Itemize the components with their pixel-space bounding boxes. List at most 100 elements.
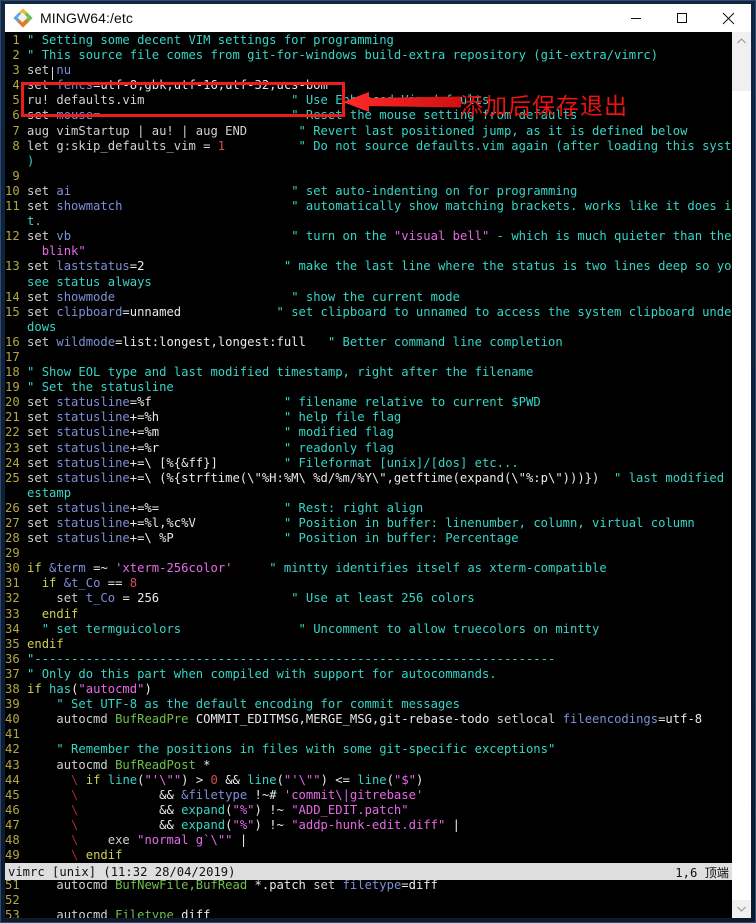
line-number-blank xyxy=(5,275,27,289)
code-line: 37 " Only do this part when compiled wit… xyxy=(5,666,497,681)
line-number-blank xyxy=(5,154,27,168)
line-number: 15 xyxy=(5,304,28,319)
code-line: 45 \ && &filetype !~# 'commit\|gitrebase… xyxy=(5,787,424,802)
code-line: 11 set showmatch " automatically show ma… xyxy=(5,199,732,214)
code-line: 3 set nu xyxy=(5,63,72,78)
line-number: 17 xyxy=(5,349,28,364)
line-number: 24 xyxy=(5,455,28,470)
code-line: 21 set statusline+=%h " help file flag xyxy=(5,410,402,425)
line-number: 39 xyxy=(5,697,28,712)
maximize-icon[interactable] xyxy=(659,4,705,32)
code-line: 52 xyxy=(5,893,732,908)
scrollbar-thumb[interactable] xyxy=(732,50,751,91)
line-number: 42 xyxy=(5,742,28,757)
line-number: 33 xyxy=(5,606,28,621)
line-number: 43 xyxy=(5,757,28,772)
code-line: 42 " Remember the positions in files wit… xyxy=(5,742,556,757)
code-line: 7 aug vimStartup | au! | aug END " Rever… xyxy=(5,123,688,138)
code-line: 1 " Setting some decent VIM settings for… xyxy=(5,33,394,47)
line-number: 37 xyxy=(5,666,28,681)
line-number: 48 xyxy=(5,832,28,847)
line-number: 52 xyxy=(5,893,28,908)
code-line: ) xyxy=(5,154,732,169)
line-number-blank xyxy=(5,214,27,228)
code-line: 44 \ if line("'\"") > 0 && line("'\"") <… xyxy=(5,772,424,787)
code-line: dows xyxy=(5,320,732,335)
line-number: 44 xyxy=(5,772,28,787)
code-line: 16 set wildmode=list:longest,longest:ful… xyxy=(5,334,563,349)
line-number: 13 xyxy=(5,259,28,274)
close-icon[interactable] xyxy=(705,4,751,32)
code-line: 29 xyxy=(5,546,732,561)
line-number: 8 xyxy=(5,138,28,153)
line-number: 51 xyxy=(5,878,28,893)
line-number: 26 xyxy=(5,500,28,515)
statusline-file-info: vimrc [unix] (11:32 28/04/2019) xyxy=(8,864,236,879)
code-line: 23 set statusline+=%r " readonly flag xyxy=(5,440,394,455)
code-line: 47 \ && expand("%") !~ "addp-hunk-edit.d… xyxy=(5,817,460,832)
code-line: 51 autocmd BufNewFile,BufRead *.patch se… xyxy=(5,878,438,893)
line-number-blank xyxy=(5,320,27,334)
annotation-text: 添加后保存退出 xyxy=(460,94,628,120)
line-number: 35 xyxy=(5,636,28,651)
line-number: 1 xyxy=(5,33,28,47)
code-line: 38 if has("autocmd") xyxy=(5,682,152,697)
code-line: 14 set showmode " show the current mode xyxy=(5,289,460,304)
scroll-down-icon[interactable] xyxy=(732,900,751,918)
line-number: 5 xyxy=(5,93,28,108)
code-line: 12 set vb " turn on the "visual bell" - … xyxy=(5,229,732,244)
code-line: 35 endif xyxy=(5,636,64,651)
line-number: 36 xyxy=(5,651,28,666)
code-line: 19 " Set the statusline xyxy=(5,380,174,395)
line-number: 27 xyxy=(5,516,28,530)
code-line: 30 if &term =~ 'xterm-256color' " mintty… xyxy=(5,561,607,576)
line-number: 30 xyxy=(5,561,28,576)
code-line: see status always xyxy=(5,275,732,290)
line-number: 45 xyxy=(5,787,28,802)
line-number: 4 xyxy=(5,78,28,93)
code-line: 27 set statusline+=%l,%c%V " Position in… xyxy=(5,516,695,530)
line-number: 22 xyxy=(5,425,28,440)
code-line: 8 let g:skip_defaults_vim = 1 " Do not s… xyxy=(5,138,732,153)
window-title: MINGW64:/etc xyxy=(40,10,133,26)
code-line: 26 set statusline+=%= " Rest: right alig… xyxy=(5,500,424,515)
line-number: 38 xyxy=(5,682,28,697)
mingw64-terminal-window: MINGW64:/etc 1 " Setting some decent VIM… xyxy=(0,0,756,923)
line-number: 28 xyxy=(5,531,28,546)
line-number: 14 xyxy=(5,289,28,304)
code-line: 41 xyxy=(5,727,732,742)
code-line: t. xyxy=(5,214,732,229)
code-line: 49 \ endif xyxy=(5,848,123,863)
line-number: 53 xyxy=(5,908,28,918)
mingw-diamond-icon xyxy=(13,8,33,28)
scroll-up-icon[interactable] xyxy=(732,32,751,50)
vim-statusline: vimrc [unix] (11:32 28/04/2019) 1,6 顶端 xyxy=(5,863,732,880)
window-titlebar: MINGW64:/etc xyxy=(5,4,751,32)
line-number: 7 xyxy=(5,123,28,138)
code-line: 31 if &t_Co == 8 xyxy=(5,576,138,591)
code-line: 36 "------------------------------------… xyxy=(5,651,556,666)
statusline-position: 1,6 顶端 xyxy=(675,865,729,880)
minimize-icon[interactable] xyxy=(613,4,659,32)
text-cursor xyxy=(52,67,53,80)
code-line: 2 " This source file comes from git-for-… xyxy=(5,48,659,63)
code-line: 33 endif xyxy=(5,606,79,621)
line-number: 34 xyxy=(5,621,28,636)
vim-editor-viewport[interactable]: 1 " Setting some decent VIM settings for… xyxy=(5,32,732,918)
code-line: 20 set statusline=%f " filename relative… xyxy=(5,395,541,410)
line-number: 12 xyxy=(5,229,28,244)
line-number: 21 xyxy=(5,410,28,425)
code-line: blink" xyxy=(5,244,732,259)
terminal-area[interactable]: 1 " Setting some decent VIM settings for… xyxy=(5,32,751,918)
code-line: 25 set statusline+=\ (%{strftime(\"%H:%M… xyxy=(5,470,732,485)
line-number: 32 xyxy=(5,591,28,606)
line-number: 6 xyxy=(5,108,28,123)
line-number: 3 xyxy=(5,63,28,78)
vertical-scrollbar[interactable] xyxy=(732,32,751,918)
line-number: 40 xyxy=(5,712,28,727)
code-line: 39 " Set UTF-8 as the default encoding f… xyxy=(5,697,460,712)
code-line: 46 \ && expand("%") !~ "ADD_EDIT.patch" xyxy=(5,802,409,817)
line-number: 11 xyxy=(5,199,28,214)
line-number-blank xyxy=(5,486,27,500)
scrollbar-track[interactable] xyxy=(732,50,751,900)
